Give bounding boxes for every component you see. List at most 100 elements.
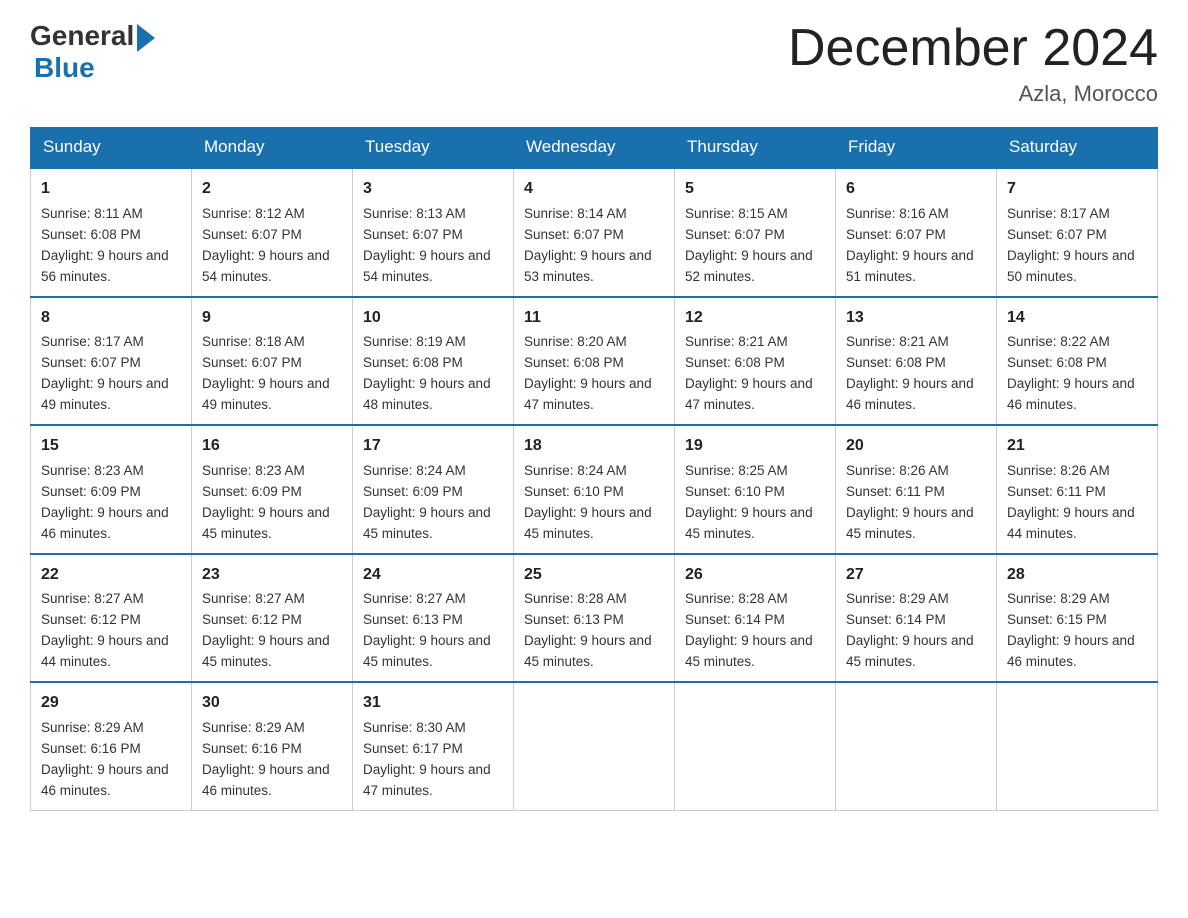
calendar-day-cell: 16 Sunrise: 8:23 AM Sunset: 6:09 PM Dayl… — [192, 425, 353, 553]
daylight-text: Daylight: 9 hours and 45 minutes. — [363, 505, 491, 541]
day-number: 22 — [41, 563, 181, 588]
sunset-text: Sunset: 6:15 PM — [1007, 612, 1107, 627]
weekday-header-tuesday: Tuesday — [353, 127, 514, 168]
sunset-text: Sunset: 6:08 PM — [1007, 355, 1107, 370]
sunset-text: Sunset: 6:10 PM — [685, 484, 785, 499]
sunrise-text: Sunrise: 8:29 AM — [1007, 591, 1110, 606]
daylight-text: Daylight: 9 hours and 49 minutes. — [202, 376, 330, 412]
weekday-header-saturday: Saturday — [997, 127, 1158, 168]
calendar-table: SundayMondayTuesdayWednesdayThursdayFrid… — [30, 127, 1158, 810]
weekday-header-thursday: Thursday — [675, 127, 836, 168]
sunrise-text: Sunrise: 8:14 AM — [524, 206, 627, 221]
daylight-text: Daylight: 9 hours and 46 minutes. — [1007, 376, 1135, 412]
calendar-day-cell: 27 Sunrise: 8:29 AM Sunset: 6:14 PM Dayl… — [836, 554, 997, 682]
calendar-day-cell: 15 Sunrise: 8:23 AM Sunset: 6:09 PM Dayl… — [31, 425, 192, 553]
weekday-header-friday: Friday — [836, 127, 997, 168]
location-label: Azla, Morocco — [788, 81, 1158, 107]
sunrise-text: Sunrise: 8:13 AM — [363, 206, 466, 221]
sunset-text: Sunset: 6:12 PM — [41, 612, 141, 627]
daylight-text: Daylight: 9 hours and 53 minutes. — [524, 248, 652, 284]
day-number: 21 — [1007, 434, 1147, 459]
daylight-text: Daylight: 9 hours and 45 minutes. — [363, 633, 491, 669]
daylight-text: Daylight: 9 hours and 44 minutes. — [1007, 505, 1135, 541]
calendar-day-cell: 14 Sunrise: 8:22 AM Sunset: 6:08 PM Dayl… — [997, 297, 1158, 425]
weekday-header-wednesday: Wednesday — [514, 127, 675, 168]
day-number: 31 — [363, 691, 503, 716]
day-number: 30 — [202, 691, 342, 716]
sunrise-text: Sunrise: 8:18 AM — [202, 334, 305, 349]
sunrise-text: Sunrise: 8:28 AM — [524, 591, 627, 606]
calendar-day-cell: 2 Sunrise: 8:12 AM Sunset: 6:07 PM Dayli… — [192, 168, 353, 296]
day-number: 9 — [202, 306, 342, 331]
daylight-text: Daylight: 9 hours and 45 minutes. — [202, 505, 330, 541]
sunrise-text: Sunrise: 8:21 AM — [846, 334, 949, 349]
calendar-day-cell: 7 Sunrise: 8:17 AM Sunset: 6:07 PM Dayli… — [997, 168, 1158, 296]
day-number: 28 — [1007, 563, 1147, 588]
calendar-day-cell: 10 Sunrise: 8:19 AM Sunset: 6:08 PM Dayl… — [353, 297, 514, 425]
sunset-text: Sunset: 6:09 PM — [202, 484, 302, 499]
calendar-day-cell: 3 Sunrise: 8:13 AM Sunset: 6:07 PM Dayli… — [353, 168, 514, 296]
day-number: 10 — [363, 306, 503, 331]
sunrise-text: Sunrise: 8:27 AM — [363, 591, 466, 606]
sunset-text: Sunset: 6:14 PM — [685, 612, 785, 627]
logo-general-text: General — [30, 20, 134, 52]
sunset-text: Sunset: 6:08 PM — [363, 355, 463, 370]
sunrise-text: Sunrise: 8:25 AM — [685, 463, 788, 478]
sunrise-text: Sunrise: 8:29 AM — [202, 720, 305, 735]
day-number: 26 — [685, 563, 825, 588]
daylight-text: Daylight: 9 hours and 54 minutes. — [202, 248, 330, 284]
daylight-text: Daylight: 9 hours and 47 minutes. — [685, 376, 813, 412]
day-number: 17 — [363, 434, 503, 459]
daylight-text: Daylight: 9 hours and 50 minutes. — [1007, 248, 1135, 284]
calendar-week-row: 1 Sunrise: 8:11 AM Sunset: 6:08 PM Dayli… — [31, 168, 1158, 296]
sunset-text: Sunset: 6:07 PM — [41, 355, 141, 370]
day-number: 25 — [524, 563, 664, 588]
sunset-text: Sunset: 6:07 PM — [1007, 227, 1107, 242]
day-number: 18 — [524, 434, 664, 459]
sunrise-text: Sunrise: 8:23 AM — [202, 463, 305, 478]
sunrise-text: Sunrise: 8:19 AM — [363, 334, 466, 349]
sunrise-text: Sunrise: 8:22 AM — [1007, 334, 1110, 349]
sunset-text: Sunset: 6:16 PM — [202, 741, 302, 756]
daylight-text: Daylight: 9 hours and 46 minutes. — [202, 762, 330, 798]
day-number: 12 — [685, 306, 825, 331]
calendar-week-row: 22 Sunrise: 8:27 AM Sunset: 6:12 PM Dayl… — [31, 554, 1158, 682]
daylight-text: Daylight: 9 hours and 45 minutes. — [685, 505, 813, 541]
weekday-header-sunday: Sunday — [31, 127, 192, 168]
daylight-text: Daylight: 9 hours and 45 minutes. — [846, 633, 974, 669]
logo-arrow-icon — [137, 24, 155, 52]
sunset-text: Sunset: 6:14 PM — [846, 612, 946, 627]
daylight-text: Daylight: 9 hours and 47 minutes. — [363, 762, 491, 798]
sunrise-text: Sunrise: 8:12 AM — [202, 206, 305, 221]
day-number: 15 — [41, 434, 181, 459]
day-number: 29 — [41, 691, 181, 716]
calendar-day-cell: 5 Sunrise: 8:15 AM Sunset: 6:07 PM Dayli… — [675, 168, 836, 296]
calendar-day-cell: 25 Sunrise: 8:28 AM Sunset: 6:13 PM Dayl… — [514, 554, 675, 682]
calendar-day-cell: 18 Sunrise: 8:24 AM Sunset: 6:10 PM Dayl… — [514, 425, 675, 553]
sunrise-text: Sunrise: 8:23 AM — [41, 463, 144, 478]
day-number: 4 — [524, 177, 664, 202]
sunrise-text: Sunrise: 8:29 AM — [41, 720, 144, 735]
sunset-text: Sunset: 6:07 PM — [846, 227, 946, 242]
sunset-text: Sunset: 6:13 PM — [524, 612, 624, 627]
sunset-text: Sunset: 6:09 PM — [363, 484, 463, 499]
sunset-text: Sunset: 6:09 PM — [41, 484, 141, 499]
logo-blue-text: Blue — [34, 52, 95, 84]
daylight-text: Daylight: 9 hours and 56 minutes. — [41, 248, 169, 284]
sunrise-text: Sunrise: 8:29 AM — [846, 591, 949, 606]
daylight-text: Daylight: 9 hours and 45 minutes. — [846, 505, 974, 541]
sunrise-text: Sunrise: 8:11 AM — [41, 206, 143, 221]
daylight-text: Daylight: 9 hours and 54 minutes. — [363, 248, 491, 284]
day-number: 11 — [524, 306, 664, 331]
day-number: 6 — [846, 177, 986, 202]
sunrise-text: Sunrise: 8:24 AM — [524, 463, 627, 478]
day-number: 14 — [1007, 306, 1147, 331]
weekday-header-row: SundayMondayTuesdayWednesdayThursdayFrid… — [31, 127, 1158, 168]
page-header: General Blue December 2024 Azla, Morocco — [30, 20, 1158, 107]
calendar-day-cell: 11 Sunrise: 8:20 AM Sunset: 6:08 PM Dayl… — [514, 297, 675, 425]
sunrise-text: Sunrise: 8:20 AM — [524, 334, 627, 349]
sunset-text: Sunset: 6:13 PM — [363, 612, 463, 627]
sunset-text: Sunset: 6:08 PM — [685, 355, 785, 370]
day-number: 3 — [363, 177, 503, 202]
day-number: 13 — [846, 306, 986, 331]
